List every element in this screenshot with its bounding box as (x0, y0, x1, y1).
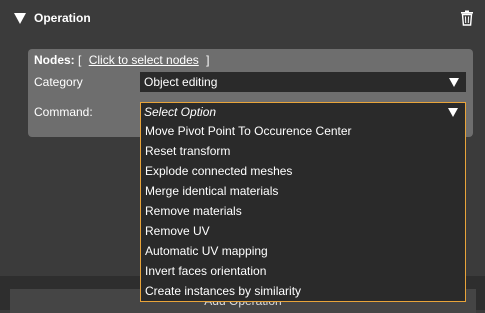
trash-icon[interactable] (460, 10, 474, 26)
menu-item[interactable]: Invert faces orientation (141, 261, 465, 281)
select-nodes-link[interactable]: Click to select nodes (89, 53, 199, 67)
menu-item[interactable]: Create instances by similarity (141, 281, 465, 301)
category-select[interactable]: Object editing (140, 72, 466, 92)
nodes-open-bracket: [ (78, 53, 81, 67)
operation-header: Operation (0, 0, 485, 38)
category-label: Category (34, 75, 83, 89)
command-value: Select Option (144, 105, 216, 119)
menu-item[interactable]: Remove materials (141, 201, 465, 221)
menu-item[interactable]: Explode connected meshes (141, 161, 465, 181)
nodes-close-bracket: ] (206, 53, 209, 67)
operation-title: Operation (34, 11, 91, 25)
command-label: Command: (34, 105, 93, 119)
menu-item[interactable]: Remove UV (141, 221, 465, 241)
nodes-row: Nodes: [ Click to select nodes ] (34, 53, 209, 67)
menu-item[interactable]: Move Pivot Point To Occurence Center (141, 121, 465, 141)
menu-item[interactable]: Reset transform (141, 141, 465, 161)
category-value: Object editing (144, 75, 217, 89)
menu-item[interactable]: Merge identical materials (141, 181, 465, 201)
command-select[interactable]: Select Option (140, 102, 466, 122)
command-options-menu: Move Pivot Point To Occurence Center Res… (140, 121, 466, 302)
chevron-down-icon (448, 108, 458, 117)
menu-item[interactable]: Automatic UV mapping (141, 241, 465, 261)
collapse-triangle-icon[interactable] (14, 13, 26, 24)
nodes-label: Nodes: (34, 53, 75, 67)
chevron-down-icon (449, 78, 459, 87)
